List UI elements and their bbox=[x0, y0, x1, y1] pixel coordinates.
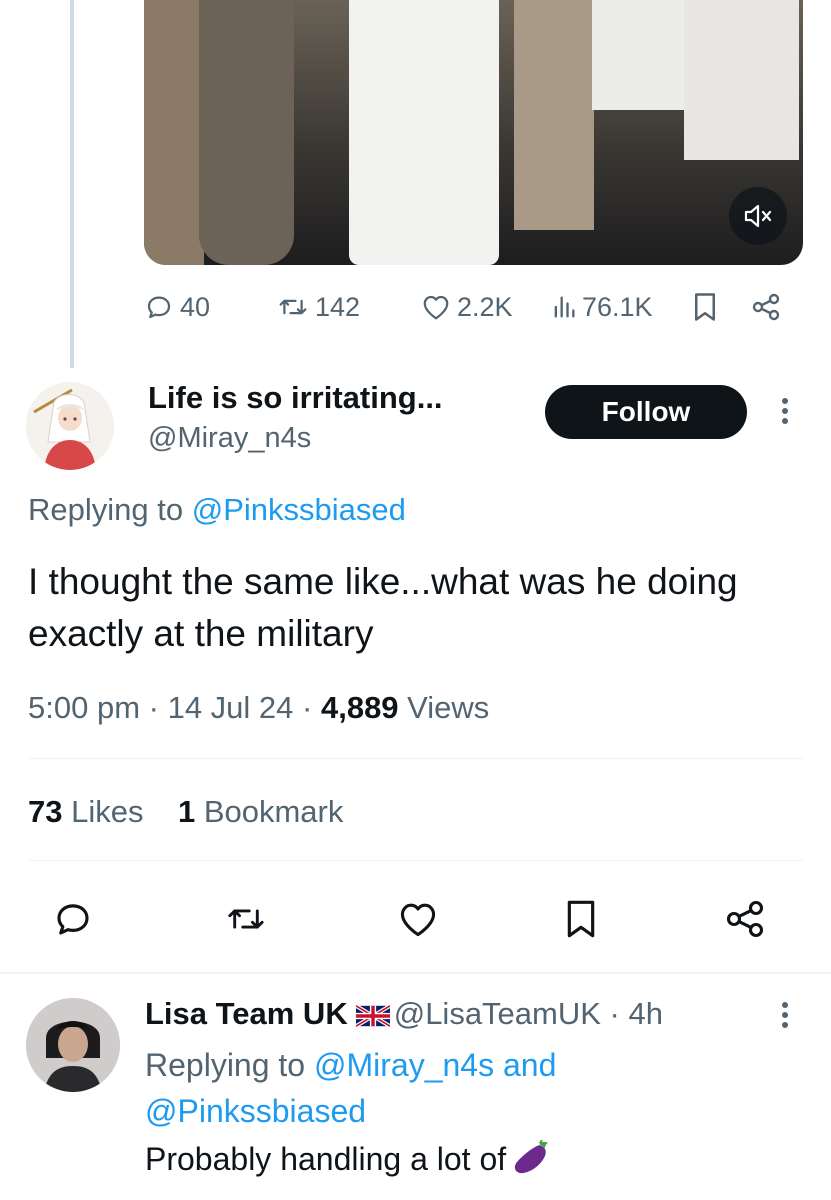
divider bbox=[28, 860, 803, 861]
replying-handle-link-2[interactable]: @Pinkssbiased bbox=[145, 1093, 366, 1129]
profile-photo-avatar bbox=[26, 998, 120, 1092]
avatar[interactable] bbox=[26, 382, 114, 470]
engagement-counts: 73 Likes 1 Bookmark bbox=[28, 794, 343, 830]
uk-flag-icon bbox=[354, 999, 391, 1035]
replying-to-handle-link[interactable]: @Pinkssbiased bbox=[192, 492, 406, 527]
views-count: 76.1K bbox=[582, 291, 653, 322]
reply-text: Probably handling a lot of bbox=[145, 1139, 552, 1184]
action-bar bbox=[0, 892, 831, 946]
reply-handle[interactable]: @LisaTeamUK bbox=[394, 996, 601, 1031]
follow-button[interactable]: Follow bbox=[545, 385, 747, 439]
video-figure bbox=[684, 0, 799, 160]
mute-icon bbox=[744, 204, 772, 228]
reply-age[interactable]: 4h bbox=[629, 996, 663, 1031]
reply-display-name[interactable]: Lisa Team UK bbox=[145, 996, 348, 1031]
repost-icon bbox=[228, 909, 264, 929]
replying-and: and bbox=[494, 1047, 557, 1083]
reply-count: 40 bbox=[180, 291, 211, 322]
bookmark-icon bbox=[567, 900, 595, 938]
like-button[interactable]: 2.2K bbox=[421, 286, 513, 328]
eggplant-emoji bbox=[512, 1139, 552, 1184]
more-vertical-icon[interactable] bbox=[778, 398, 792, 432]
bookmark-icon bbox=[695, 293, 715, 321]
reply-icon bbox=[147, 296, 171, 319]
reply-action-button[interactable] bbox=[46, 892, 100, 946]
mute-button[interactable] bbox=[729, 187, 787, 245]
user-handle[interactable]: @Miray_n4s bbox=[148, 422, 311, 455]
reply-header: Lisa Team UK @LisaTeamUK · 4h bbox=[145, 996, 663, 1035]
views-label: Views bbox=[407, 690, 490, 725]
video-figure bbox=[349, 0, 499, 265]
likes-link[interactable]: 73 Likes bbox=[28, 794, 143, 829]
heart-icon bbox=[400, 903, 436, 937]
replying-to: Replying to @Pinkssbiased bbox=[28, 492, 406, 528]
bookmark-button[interactable] bbox=[692, 286, 718, 328]
repost-action-button[interactable] bbox=[219, 892, 273, 946]
bookmark-action-button[interactable] bbox=[554, 892, 608, 946]
reply-button[interactable]: 40 bbox=[144, 286, 210, 328]
video-figure bbox=[144, 0, 204, 265]
likes-label: Likes bbox=[71, 794, 144, 829]
tweet-date[interactable]: 14 Jul 24 bbox=[168, 690, 294, 725]
anime-character-avatar bbox=[26, 382, 114, 470]
avatar[interactable] bbox=[26, 998, 120, 1092]
replying-to-prefix: Replying to bbox=[28, 492, 192, 527]
video-figure bbox=[199, 0, 294, 265]
likes-count: 73 bbox=[28, 794, 63, 829]
divider bbox=[28, 758, 803, 759]
reply-icon bbox=[57, 904, 89, 935]
more-vertical-icon[interactable] bbox=[778, 1002, 792, 1036]
section-separator bbox=[0, 972, 831, 974]
share-action-button[interactable] bbox=[718, 892, 772, 946]
repost-count: 142 bbox=[315, 291, 361, 322]
reply-replying-prefix: Replying to bbox=[145, 1047, 314, 1083]
views-button[interactable]: 76.1K bbox=[552, 286, 653, 328]
replying-handle-link-1[interactable]: @Miray_n4s bbox=[314, 1047, 494, 1083]
reply-separator-dot: · bbox=[600, 996, 629, 1031]
video-figure bbox=[514, 0, 594, 230]
views-icon bbox=[554, 296, 575, 318]
video-player[interactable] bbox=[144, 0, 803, 265]
tweet-meta: 5:00 pm · 14 Jul 24 · 4,889 Views bbox=[28, 690, 490, 725]
bookmarks-link[interactable]: 1 Bookmark bbox=[178, 794, 343, 829]
like-count: 2.2K bbox=[457, 291, 513, 322]
bookmarks-label: Bookmark bbox=[203, 794, 344, 829]
share-icon bbox=[752, 293, 780, 321]
share-icon bbox=[726, 900, 764, 938]
repost-button[interactable]: 142 bbox=[277, 286, 360, 328]
reply-replying-to: Replying to @Miray_n4s and @Pinkssbiased bbox=[145, 1042, 785, 1134]
heart-icon bbox=[423, 295, 449, 320]
tweet-time[interactable]: 5:00 pm bbox=[28, 690, 140, 725]
engagement-bar: 40 142 2.2K 76.1K bbox=[144, 286, 794, 328]
tweet-text: I thought the same like...what was he do… bbox=[28, 561, 738, 654]
display-name[interactable]: Life is so irritating... bbox=[148, 380, 443, 416]
repost-icon bbox=[279, 299, 307, 315]
bookmarks-count: 1 bbox=[177, 794, 196, 829]
video-figure bbox=[592, 0, 692, 110]
share-button[interactable] bbox=[750, 286, 782, 328]
views-count-bold: 4,889 bbox=[320, 690, 399, 725]
thread-connector-line bbox=[70, 0, 74, 368]
reply-text-content: Probably handling a lot of bbox=[145, 1141, 507, 1177]
like-action-button[interactable] bbox=[391, 892, 445, 946]
